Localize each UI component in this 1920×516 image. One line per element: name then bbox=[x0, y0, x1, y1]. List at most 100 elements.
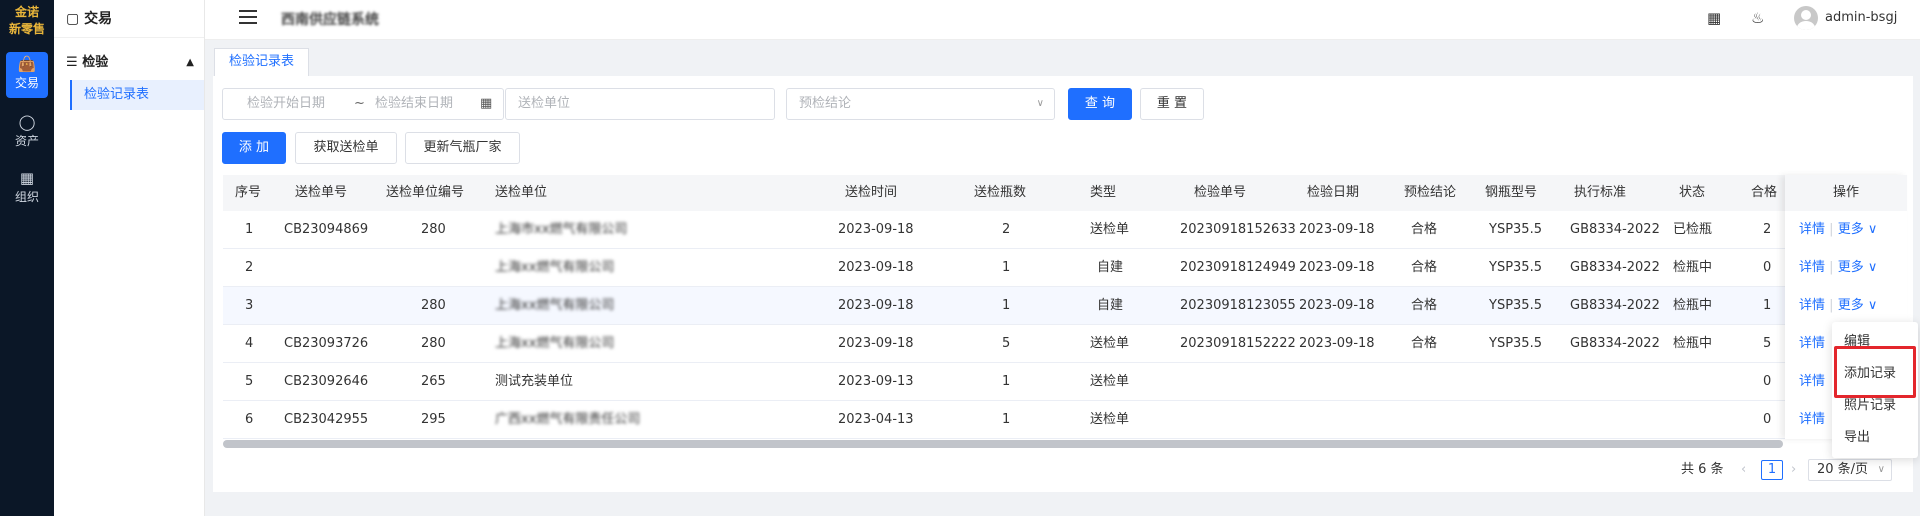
row-actions: 详情 | 更多 ∨ bbox=[1799, 212, 1877, 248]
cell-count: 2 bbox=[1002, 222, 1011, 237]
reset-button[interactable]: 重 置 bbox=[1140, 88, 1204, 120]
cell-pass: 1 bbox=[1763, 298, 1772, 313]
sidebar: ▢ 交易 ☰ 检验 ▲ 检验记录表 bbox=[54, 0, 205, 516]
col-count: 送检瓶数 bbox=[974, 185, 1027, 200]
table-row[interactable]: 1 CB23094869 280 上海市xx燃气有限公司 2023-09-18 … bbox=[223, 211, 1907, 249]
cell-order: CB23042955 bbox=[284, 412, 369, 427]
cell-conclusion: 合格 bbox=[1411, 298, 1438, 313]
sidebar-group-inspection[interactable]: ☰ 检验 ▲ bbox=[54, 52, 204, 74]
row-actions: 详情 bbox=[1799, 326, 1825, 362]
cell-standard: GB8334-2022 bbox=[1570, 336, 1660, 351]
row-actions: 详情 | 更多 ∨ bbox=[1799, 250, 1877, 286]
bag-icon: ▢ bbox=[66, 11, 85, 27]
cell-conclusion: 合格 bbox=[1411, 222, 1438, 237]
add-button[interactable]: 添 加 bbox=[222, 132, 286, 164]
table-row[interactable]: 2 上海xx燃气有限公司 2023-09-18 1 自建 20230918124… bbox=[223, 249, 1907, 287]
divider: | bbox=[1829, 260, 1834, 275]
cell-standard: GB8334-2022 bbox=[1570, 260, 1660, 275]
more-link[interactable]: 更多 bbox=[1838, 298, 1864, 313]
rail-item-trade[interactable]: 👜 交易 bbox=[6, 52, 48, 98]
menu-item-export[interactable]: 导出 bbox=[1832, 422, 1918, 454]
cell-time: 2023-09-18 bbox=[838, 222, 914, 237]
cell-type: 自建 bbox=[1097, 260, 1124, 275]
cell-pass: 5 bbox=[1763, 336, 1772, 351]
topbar: 西南供应链系统 ▦ ♨ admin-bsgj bbox=[205, 0, 1920, 40]
more-link[interactable]: 更多 bbox=[1838, 260, 1864, 275]
cell-status: 已检瓶 bbox=[1673, 222, 1713, 237]
col-type: 类型 bbox=[1090, 185, 1117, 200]
qrcode-icon[interactable]: ▦ bbox=[1707, 9, 1721, 27]
tab-inspection-records[interactable]: 检验记录表 bbox=[214, 48, 310, 76]
sidebar-group-label: 检验 bbox=[82, 55, 109, 70]
conclusion-select[interactable]: 预检结论 ∨ bbox=[786, 88, 1055, 120]
table-row[interactable]: 5 CB23092646 265 测试充装单位 2023-09-13 1 送检单… bbox=[223, 363, 1907, 401]
detail-link[interactable]: 详情 bbox=[1799, 222, 1825, 237]
cell-status: 检瓶中 bbox=[1673, 260, 1713, 275]
logo-line1: 金诺 bbox=[14, 5, 39, 19]
sidebar-item-inspection-records[interactable]: 检验记录表 bbox=[70, 80, 204, 110]
detail-link[interactable]: 详情 bbox=[1799, 298, 1825, 313]
chevron-left-icon[interactable]: ‹ bbox=[1741, 459, 1746, 481]
row-actions: 详情 bbox=[1799, 364, 1825, 400]
page-size-select[interactable]: 20 条/页 ∨ bbox=[1808, 459, 1892, 481]
detail-link[interactable]: 详情 bbox=[1799, 260, 1825, 275]
bell-icon[interactable]: ♨ bbox=[1751, 9, 1764, 27]
cell-order: CB23092646 bbox=[284, 374, 369, 389]
query-button[interactable]: 查 询 bbox=[1068, 88, 1132, 120]
detail-link[interactable]: 详情 bbox=[1799, 336, 1825, 351]
cell-no: 2 bbox=[245, 260, 254, 275]
fetch-orders-button[interactable]: 获取送检单 bbox=[295, 132, 397, 164]
cell-status: 检瓶中 bbox=[1673, 298, 1713, 313]
cell-count: 5 bbox=[1002, 336, 1011, 351]
update-manufacturer-button[interactable]: 更新气瓶厂家 bbox=[405, 132, 520, 164]
cell-insp-no: 20230918123055 bbox=[1180, 298, 1296, 313]
cell-count: 1 bbox=[1002, 260, 1011, 275]
more-link[interactable]: 更多 bbox=[1838, 222, 1864, 237]
left-rail: 金诺 新零售 👜 交易 ◯ 资产 ▦ 组织 bbox=[0, 0, 54, 516]
start-date-placeholder: 检验开始日期 bbox=[247, 96, 326, 111]
cell-insp-date: 2023-09-18 bbox=[1299, 260, 1375, 275]
user-name[interactable]: admin-bsgj bbox=[1825, 10, 1897, 25]
cell-type: 送检单 bbox=[1090, 222, 1130, 237]
cell-insp-date: 2023-09-18 bbox=[1299, 222, 1375, 237]
table-row[interactable]: 3 280 上海xx燃气有限公司 2023-09-18 1 自建 2023091… bbox=[223, 287, 1907, 325]
cell-model: YSP35.5 bbox=[1489, 260, 1542, 275]
cell-conclusion: 合格 bbox=[1411, 260, 1438, 275]
col-model: 钢瓶型号 bbox=[1485, 185, 1538, 200]
detail-link[interactable]: 详情 bbox=[1799, 412, 1825, 427]
cell-time: 2023-09-18 bbox=[838, 298, 914, 313]
menu-fold-icon[interactable] bbox=[239, 10, 257, 28]
date-range-picker[interactable]: 检验开始日期 ~ 检验结束日期 ▦ bbox=[222, 88, 504, 120]
detail-link[interactable]: 详情 bbox=[1799, 374, 1825, 389]
cell-type: 送检单 bbox=[1090, 412, 1130, 427]
cell-unit: 上海市xx燃气有限公司 bbox=[495, 222, 628, 237]
table-row[interactable]: 6 CB23042955 295 广西xx燃气有限责任公司 2023-04-13… bbox=[223, 401, 1907, 439]
logo: 金诺 新零售 bbox=[3, 4, 51, 38]
unit-input[interactable]: 送检单位 bbox=[505, 88, 775, 120]
chevron-right-icon[interactable]: › bbox=[1791, 459, 1796, 481]
table-row[interactable]: 4 CB23093726 280 上海xx燃气有限公司 2023-09-18 5… bbox=[223, 325, 1907, 363]
page-button-current[interactable]: 1 bbox=[1761, 460, 1783, 480]
list-icon: ☰ bbox=[66, 55, 83, 70]
horizontal-scrollbar[interactable] bbox=[223, 440, 1783, 448]
chevron-down-icon: ∨ bbox=[1863, 222, 1878, 237]
cell-model: YSP35.5 bbox=[1489, 336, 1542, 351]
cell-no: 1 bbox=[245, 222, 254, 237]
cell-model: YSP35.5 bbox=[1489, 298, 1542, 313]
avatar[interactable] bbox=[1794, 6, 1818, 30]
cell-pass: 0 bbox=[1763, 374, 1772, 389]
cell-count: 1 bbox=[1002, 298, 1011, 313]
cell-time: 2023-09-18 bbox=[838, 336, 914, 351]
rail-item-org[interactable]: ▦ 组织 bbox=[6, 166, 48, 212]
cell-unit-code: 280 bbox=[421, 298, 446, 313]
rail-item-assets[interactable]: ◯ 资产 bbox=[6, 110, 48, 156]
page-title: 西南供应链系统 bbox=[281, 12, 379, 28]
cell-order: CB23094869 bbox=[284, 222, 369, 237]
cell-time: 2023-09-13 bbox=[838, 374, 914, 389]
col-status: 状态 bbox=[1679, 185, 1706, 200]
cell-order: CB23093726 bbox=[284, 336, 369, 351]
cell-standard: GB8334-2022 bbox=[1570, 298, 1660, 313]
row-actions: 详情 bbox=[1799, 402, 1825, 438]
rail-label: 资产 bbox=[14, 134, 39, 148]
page-size-value: 20 条/页 bbox=[1817, 462, 1869, 477]
